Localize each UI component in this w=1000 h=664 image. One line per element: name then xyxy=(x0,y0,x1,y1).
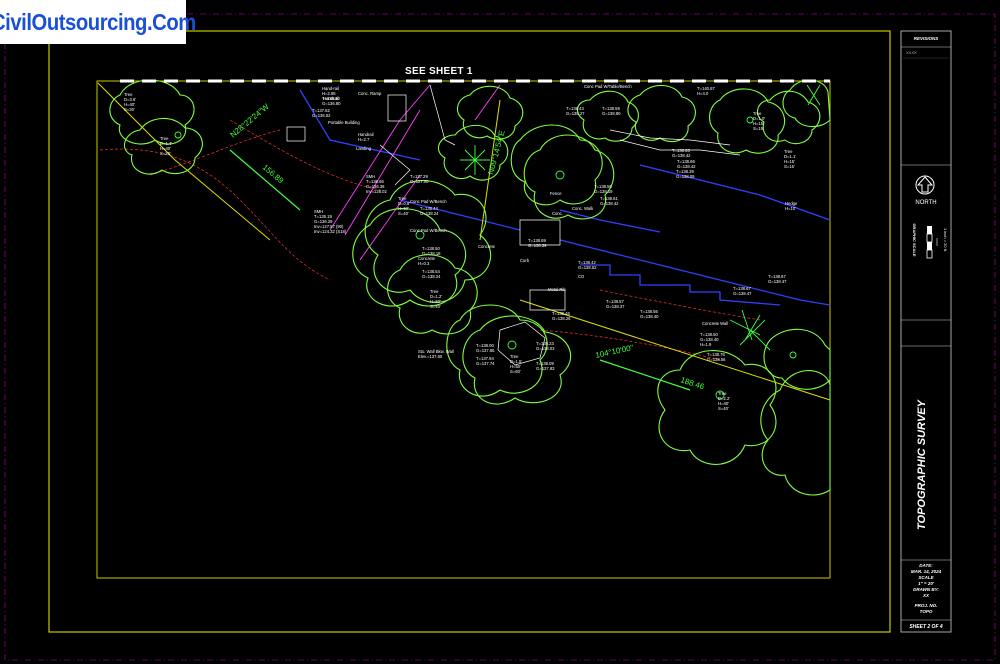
survey-annotation: T=138.61 G=138.42 xyxy=(600,196,619,206)
survey-annotation: N09°14'54"E xyxy=(486,129,506,175)
tree-canopies xyxy=(109,79,831,496)
survey-annotation: Conc Pad W/Table/Bench xyxy=(584,84,632,89)
structures xyxy=(286,84,741,366)
survey-annotation: Handrail H=2.7 xyxy=(358,132,374,142)
survey-annotation: Concrete H=0.3 xyxy=(418,256,436,266)
survey-annotation: Portable Building xyxy=(328,120,360,125)
north-arrow-icon xyxy=(915,175,935,195)
survey-annotation: Conc. Walk xyxy=(572,206,594,211)
survey-annotation: T=138.54 G=138.24 xyxy=(422,269,441,279)
survey-annotation: Tree D=1.0' H=15' S=15' xyxy=(753,111,765,131)
survey-annotation: T=138.67 G=138.47 xyxy=(733,286,752,296)
survey-annotation: Landing xyxy=(356,146,372,151)
survey-annotation: N28°22'24"W xyxy=(229,102,272,140)
survey-annotation: SMH T=136.66 G=136.36 Inv=128.02 xyxy=(366,174,388,194)
survey-annotation: T=138.67 G=138.47 xyxy=(768,274,787,284)
sheet-number: SHEET 2 OF 4 xyxy=(909,624,943,630)
drawn-by-value: XX xyxy=(922,593,930,598)
proj-label: PROJ. NO. xyxy=(915,603,938,608)
survey-annotation: T=138.00 G=137.85 xyxy=(476,343,495,353)
revisions-entry: XXXX xyxy=(906,50,917,55)
scale-label: SCALE xyxy=(918,575,934,580)
survey-annotation: T=138.42 G=138.52 xyxy=(578,260,597,270)
outer-frame xyxy=(4,13,996,661)
see-sheet-label: SEE SHEET 1 xyxy=(405,66,473,77)
proj-value: TOPO xyxy=(920,609,933,614)
survey-annotation: T=138.76 G=138.56 xyxy=(707,352,726,362)
drawn-by-label: DRAWN BY: xyxy=(913,587,939,592)
survey-annotation: T=138.69 G=138.39 xyxy=(528,238,547,248)
sheet-title: TOPOGRAPHIC SURVEY xyxy=(916,400,928,530)
survey-annotation: SMH T=135.19 G=136.29 Inv=127.57 (90) Inv=12… xyxy=(314,209,347,234)
survey-annotation: 188.46 xyxy=(679,375,706,391)
survey-annotation: T=140.87 H=4.0 xyxy=(697,86,715,96)
survey-annotation: Tree D=2.2' H=40' S=40' xyxy=(718,391,730,411)
date-label: DATE: xyxy=(919,563,933,568)
graphic-scale-icon xyxy=(926,226,938,259)
revisions-label: REVISIONS xyxy=(914,36,939,41)
survey-annotation: T=138.09 G=137.83 xyxy=(536,361,555,371)
survey-annotation: T=138.44 G=138.24 xyxy=(420,206,439,216)
survey-annotation: T=138.50 G=138.18 xyxy=(422,246,441,256)
survey-annotation: Conc Pad W/Bench xyxy=(410,199,447,204)
date-value: MAR. 14, 2024 xyxy=(911,569,942,574)
road-curbs xyxy=(299,89,831,306)
survey-annotation: Tree D=3.6' H=40' S=30' xyxy=(124,92,136,112)
logo-banner: CivilOutsourcing.Com xyxy=(0,0,196,44)
survey-annotation: Tree D=1.4' H=40' S=20' xyxy=(160,136,172,156)
survey-annotation: Hedge H=10' xyxy=(785,201,798,211)
survey-annotation: T=138.50 G=138.40 H=1.9 xyxy=(700,332,719,347)
survey-annotation: Handrail xyxy=(323,96,339,101)
utility-lines xyxy=(329,84,501,261)
survey-annotation: 156.89 xyxy=(261,163,286,186)
survey-annotation: Tree D=1.2' H=50' S=40' xyxy=(430,289,442,309)
scale-note: 1 inch = 20 ft. xyxy=(943,228,948,252)
survey-annotation: T=138.50 G=138.19 xyxy=(594,184,613,194)
logo-text: CivilOutsourcing.Com xyxy=(0,8,196,35)
survey-annotation: T=137.29 G=137.00 xyxy=(410,174,429,184)
graphic-scale-label: GRAPHIC SCALE xyxy=(912,223,917,256)
annotation-layer: N28°22'24"W 156.89 N09°14'54"E 104°10'00" 18… xyxy=(124,84,798,411)
survey-annotation: Tree D=1.5' H=50' S=60' xyxy=(510,354,522,374)
survey-annotation: T=138.39 G=138.09 xyxy=(676,169,695,179)
survey-annotation: Tree D=0.8' H=50' S=40' xyxy=(398,196,410,216)
title-block xyxy=(900,30,952,633)
survey-annotation: Concrete xyxy=(478,244,496,249)
survey-annotation: CO xyxy=(578,274,585,279)
survey-annotation: Conc. Ramp xyxy=(358,91,382,96)
survey-annotation: T=137.62 G=136.52 xyxy=(312,108,331,118)
survey-annotation: Tree D=1.1' H=15' S=15' xyxy=(784,149,796,169)
survey-annotation: T=138.57 G=138.37 xyxy=(606,299,625,309)
survey-annotation: Conc. xyxy=(552,211,563,216)
survey-annotation: T=138.56 G=138.40 xyxy=(640,309,659,319)
north-label: NORTH xyxy=(915,200,936,206)
scale-value: 1" = 20' xyxy=(918,581,935,586)
survey-annotation: T=138.66 G=138.42 xyxy=(677,159,696,169)
contour-lines xyxy=(99,119,761,361)
survey-annotation: Curb xyxy=(520,258,530,263)
survey-annotation: T=138.53 G=138.42 xyxy=(672,148,691,158)
survey-annotation: T=137.94 G=137.74 xyxy=(476,356,495,366)
survey-annotation: 104°10'00" xyxy=(595,343,635,360)
survey-annotation: T=138.23 G=138.03 xyxy=(536,341,555,351)
survey-annotation: Concrete Wall xyxy=(702,321,728,326)
survey-annotation: Conc Pad W/Bench xyxy=(410,228,447,233)
survey-annotation: T=138.43 G=138.27 xyxy=(566,106,585,116)
survey-annotation: T=138.59 G=138.80 xyxy=(602,106,621,116)
survey-annotation: Metal Rib xyxy=(548,287,566,292)
drawing-canvas: N28°22'24"W 156.89 N09°14'54"E 104°10'00" 18… xyxy=(4,13,996,661)
survey-annotation: T=138.46 G=138.26 xyxy=(552,311,571,321)
survey-annotation: Fence xyxy=(550,191,562,196)
